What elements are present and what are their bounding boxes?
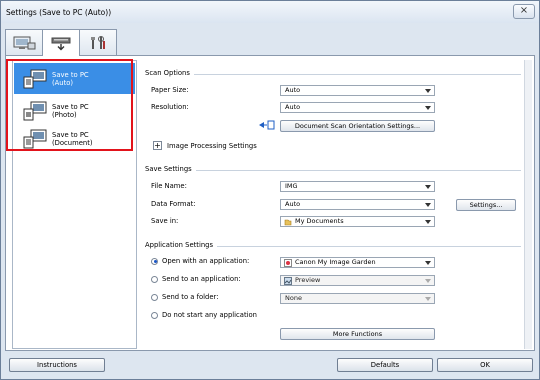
title-bar: Settings (Save to PC (Auto)) × — [1, 1, 539, 23]
save-in-select[interactable]: My Documents — [280, 216, 435, 227]
file-name-field[interactable]: IMG — [280, 181, 435, 192]
document-scan-orientation-settings-button[interactable]: Document Scan Orientation Settings... — [280, 120, 435, 132]
chevron-down-icon — [425, 220, 431, 224]
open-with-app-value: Canon My Image Garden — [295, 258, 376, 266]
paper-size-label: Paper Size: — [151, 86, 189, 94]
chevron-down-icon — [425, 106, 431, 110]
chevron-down-icon — [425, 279, 431, 283]
save-in-label: Save in: — [151, 217, 179, 225]
list-item-subtitle: (Document) — [52, 138, 93, 147]
list-item-save-to-pc-document[interactable]: Save to PC (Document) — [14, 123, 135, 154]
tab-scanner-panel[interactable] — [42, 29, 80, 56]
open-with-app-radio[interactable] — [151, 257, 158, 265]
tab-bar — [5, 29, 117, 56]
open-with-app-option[interactable]: Open with an application: — [151, 257, 249, 265]
scanner-panel-icon — [51, 37, 71, 51]
scan-options-title: Scan Options — [145, 69, 194, 77]
application-settings-title: Application Settings — [145, 241, 218, 249]
resolution-select[interactable]: Auto — [280, 102, 435, 113]
save-settings-group: Save Settings File Name: IMG Data Format… — [145, 165, 521, 238]
save-to-pc-icon — [22, 128, 48, 150]
orientation-icon — [259, 120, 275, 130]
list-item-save-to-pc-photo[interactable]: Save to PC (Photo) — [14, 95, 135, 126]
ok-button[interactable]: OK — [437, 358, 533, 372]
preview-app-icon — [284, 277, 292, 285]
data-format-label: Data Format: — [151, 200, 196, 208]
list-item-subtitle: (Photo) — [52, 110, 77, 119]
list-item-title: Save to PC — [52, 102, 89, 111]
close-button[interactable]: × — [513, 4, 535, 19]
window-title: Settings (Save to PC (Auto)) — [6, 7, 112, 17]
save-settings-title: Save Settings — [145, 165, 196, 173]
save-to-pc-icon — [22, 68, 48, 90]
scan-options-group: Scan Options Paper Size: Auto Resolution… — [145, 69, 521, 164]
scan-from-computer-icon — [13, 36, 36, 49]
file-name-value: IMG — [285, 182, 298, 190]
send-to-folder-value: None — [285, 294, 302, 302]
application-settings-group: Application Settings Open with an applic… — [145, 241, 521, 348]
more-functions-button[interactable]: More Functions — [280, 328, 435, 340]
save-to-pc-icon — [22, 100, 48, 122]
resolution-label: Resolution: — [151, 103, 189, 111]
send-to-folder-radio[interactable] — [151, 293, 158, 301]
do-not-start-label: Do not start any application — [162, 311, 257, 319]
paper-size-select[interactable]: Auto — [280, 85, 435, 96]
send-to-app-value: Preview — [295, 276, 321, 284]
open-with-app-label: Open with an application: — [162, 257, 250, 265]
vertical-scrollbar[interactable] — [524, 60, 532, 349]
send-to-app-select[interactable]: Preview — [280, 275, 435, 286]
data-format-value: Auto — [285, 200, 301, 208]
do-not-start-radio[interactable] — [151, 311, 158, 319]
settings-content: Scan Options Paper Size: Auto Resolution… — [143, 60, 529, 349]
save-in-value: My Documents — [295, 217, 344, 225]
scan-type-list: Save to PC (Auto) Save to PC (Photo) Save … — [12, 60, 137, 349]
do-not-start-option[interactable]: Do not start any application — [151, 311, 257, 319]
send-to-app-radio[interactable] — [151, 275, 158, 283]
chevron-down-icon — [425, 297, 431, 301]
expand-image-processing-icon[interactable]: + — [153, 141, 162, 150]
chevron-down-icon — [425, 185, 431, 189]
paper-size-value: Auto — [285, 86, 301, 94]
settings-window: Settings (Save to PC (Auto)) × Save to P… — [0, 0, 540, 380]
chevron-down-icon — [425, 261, 431, 265]
send-to-folder-select[interactable]: None — [280, 293, 435, 304]
list-item-save-to-pc-auto[interactable]: Save to PC (Auto) — [14, 63, 135, 94]
instructions-button[interactable]: Instructions — [9, 358, 105, 372]
open-with-app-select[interactable]: Canon My Image Garden — [280, 257, 435, 268]
settings-panel: Save to PC (Auto) Save to PC (Photo) Save … — [5, 55, 535, 351]
general-settings-icon — [91, 35, 105, 49]
list-item-title: Save to PC — [52, 130, 89, 139]
chevron-down-icon — [425, 203, 431, 207]
send-to-folder-label: Send to a folder: — [162, 293, 219, 301]
image-processing-settings-label[interactable]: Image Processing Settings — [167, 142, 257, 150]
send-to-app-option[interactable]: Send to an application: — [151, 275, 241, 283]
defaults-button[interactable]: Defaults — [337, 358, 433, 372]
tab-general-settings[interactable] — [79, 29, 117, 55]
canon-app-icon — [284, 259, 292, 267]
file-name-label: File Name: — [151, 182, 187, 190]
folder-icon — [284, 219, 292, 226]
send-to-folder-option[interactable]: Send to a folder: — [151, 293, 219, 301]
tab-scan-from-computer[interactable] — [5, 29, 43, 55]
data-format-select[interactable]: Auto — [280, 199, 435, 210]
list-item-title: Save to PC — [52, 70, 89, 79]
send-to-app-label: Send to an application: — [162, 275, 241, 283]
chevron-down-icon — [425, 89, 431, 93]
format-settings-button[interactable]: Settings... — [456, 199, 516, 211]
list-item-subtitle: (Auto) — [52, 78, 74, 87]
resolution-value: Auto — [285, 103, 301, 111]
